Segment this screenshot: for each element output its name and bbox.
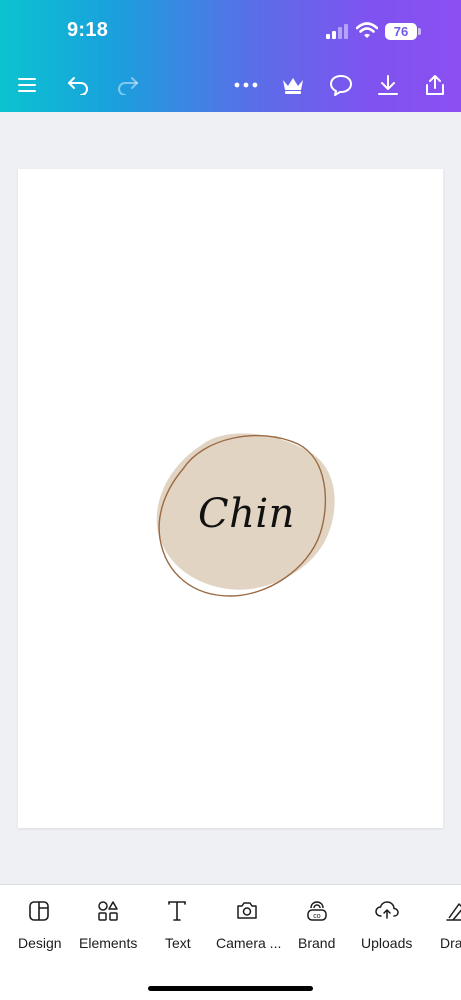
nav-item-design[interactable]: Design [0, 885, 77, 965]
nav-item-brand[interactable]: co Brand [292, 885, 342, 965]
nav-item-text[interactable]: Text [154, 885, 200, 965]
download-icon[interactable] [373, 70, 403, 100]
top-header: 9:18 76 [0, 0, 461, 112]
crown-icon[interactable] [278, 70, 308, 100]
logo-text[interactable]: Chin [198, 491, 295, 537]
menu-icon[interactable] [12, 70, 42, 100]
design-canvas[interactable]: Chin [18, 169, 443, 828]
nav-label-draw: Dra [440, 935, 461, 951]
draw-icon [446, 903, 461, 921]
cellular-signal-icon [326, 24, 348, 39]
nav-label-uploads: Uploads [361, 935, 413, 951]
camera-icon [237, 902, 257, 919]
nav-label-camera: Camera ... [216, 935, 282, 951]
nav-label-design: Design [18, 935, 62, 951]
nav-item-elements[interactable]: Elements [77, 885, 141, 965]
nav-label-elements: Elements [79, 935, 138, 951]
undo-icon[interactable] [63, 70, 93, 100]
brand-icon: co [307, 901, 327, 921]
nav-item-camera[interactable]: Camera ... [212, 885, 282, 965]
comment-icon[interactable] [326, 70, 356, 100]
nav-label-text: Text [165, 935, 191, 951]
text-icon [168, 901, 186, 921]
battery-tip [418, 28, 421, 35]
status-time: 9:18 [67, 19, 109, 41]
design-icon [29, 901, 49, 921]
nav-item-draw[interactable]: Dra [435, 885, 461, 965]
more-icon[interactable] [231, 70, 261, 100]
redo-icon[interactable] [113, 70, 143, 100]
svg-text:co: co [313, 913, 321, 920]
nav-item-uploads[interactable]: Uploads [355, 885, 421, 965]
wifi-icon [356, 22, 378, 38]
share-icon[interactable] [420, 70, 450, 100]
bottom-nav: Design Elements Text Camera ... co Brand… [0, 884, 461, 1000]
uploads-icon [375, 901, 399, 919]
home-indicator [148, 986, 313, 991]
elements-icon [98, 901, 118, 921]
battery-indicator: 76 [385, 23, 417, 40]
nav-label-brand: Brand [298, 935, 336, 951]
